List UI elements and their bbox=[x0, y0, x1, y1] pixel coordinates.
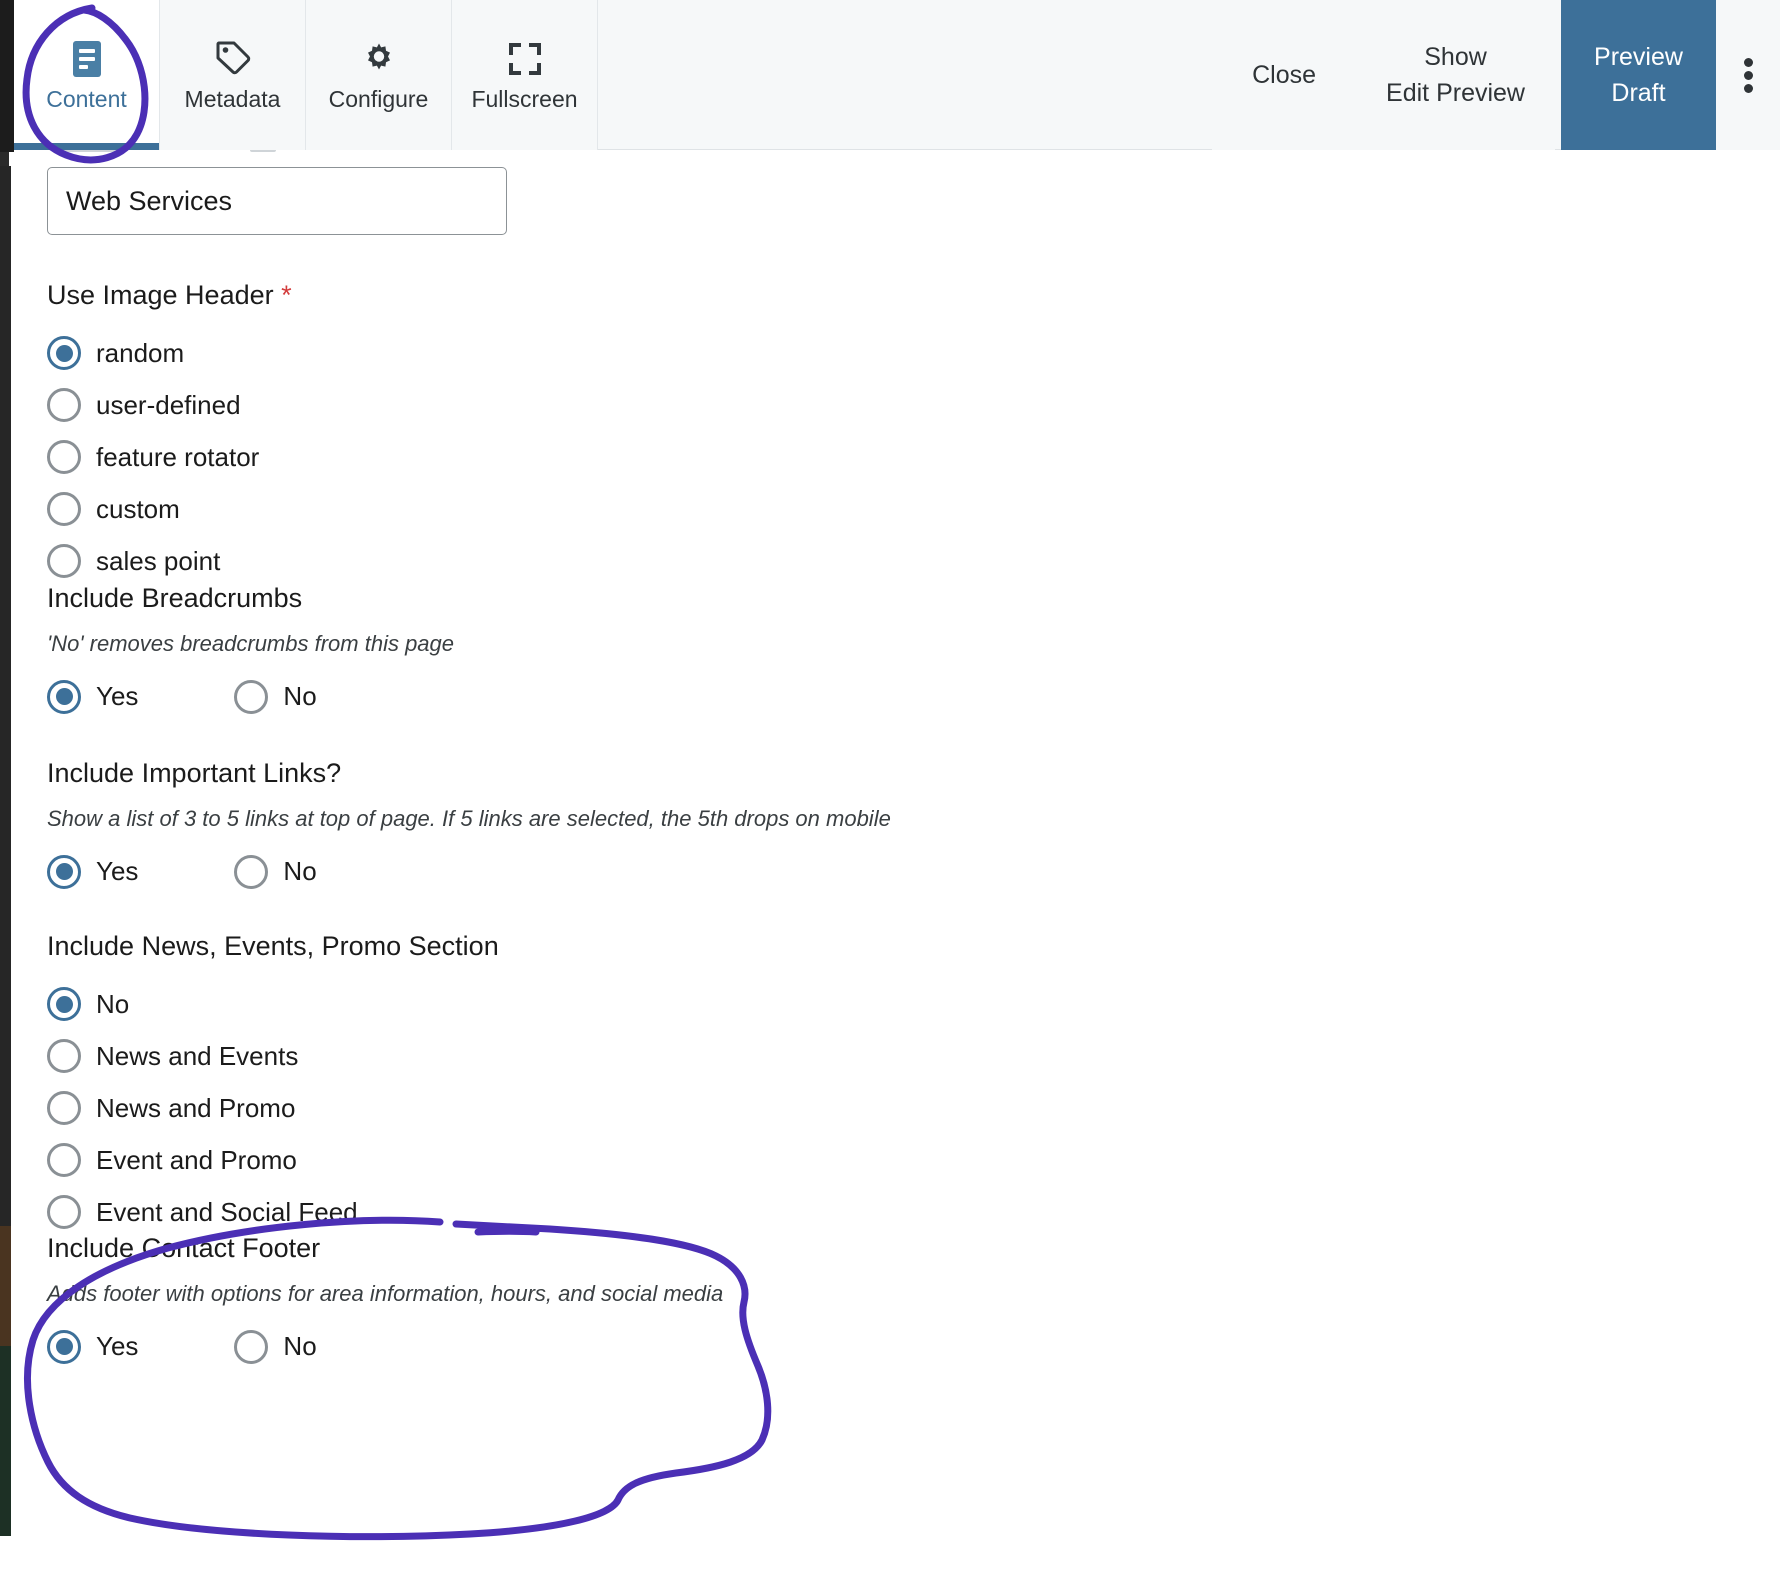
use-image-header-label: Use Image Header bbox=[47, 280, 274, 310]
radio-group-include-contact-footer: Yes No bbox=[47, 1329, 723, 1364]
radio-option-nep-event-and-promo[interactable]: Event and Promo bbox=[47, 1143, 499, 1178]
radio-indicator[interactable] bbox=[234, 854, 269, 889]
kebab-dot bbox=[1743, 83, 1753, 93]
title-input[interactable] bbox=[47, 167, 507, 235]
radio-group-include-news-events-promo: No News and Events News and Promo Event … bbox=[47, 987, 499, 1230]
radio-option-nep-event-and-social-feed[interactable]: Event and Social Feed bbox=[47, 1195, 499, 1230]
tag-icon bbox=[215, 40, 251, 78]
radio-indicator[interactable] bbox=[47, 1039, 81, 1074]
field-label-use-image-header: Use Image Header * bbox=[47, 279, 292, 311]
tab-configure[interactable]: Configure bbox=[306, 0, 452, 150]
edge-band-bottom bbox=[0, 1346, 11, 1536]
radio-option-breadcrumbs-yes[interactable]: Yes bbox=[47, 679, 138, 714]
radio-indicator[interactable] bbox=[47, 388, 81, 423]
preview-draft-line2: Draft bbox=[1611, 79, 1666, 107]
tab-fullscreen-label: Fullscreen bbox=[471, 85, 578, 112]
radio-option-feature-rotator[interactable]: feature rotator bbox=[47, 440, 292, 475]
radio-group-use-image-header: random user-defined feature rotator cust… bbox=[47, 336, 292, 579]
show-edit-preview-line2: Edit Preview bbox=[1386, 79, 1525, 107]
edge-band-middle bbox=[0, 166, 11, 1326]
include-important-links-help: Show a list of 3 to 5 links at top of pa… bbox=[47, 806, 891, 832]
include-contact-footer-help: Adds footer with options for area inform… bbox=[47, 1281, 724, 1307]
tab-fullscreen[interactable]: Fullscreen bbox=[452, 0, 598, 150]
kebab-dot bbox=[1743, 70, 1753, 80]
radio-option-important-links-no[interactable]: No bbox=[234, 854, 317, 889]
include-news-events-promo-label: Include News, Events, Promo Section bbox=[47, 931, 499, 961]
edge-band-upper bbox=[0, 152, 9, 166]
radio-indicator[interactable] bbox=[47, 492, 81, 527]
tab-metadata[interactable]: Metadata bbox=[160, 0, 306, 150]
include-breadcrumbs-help: 'No' removes breadcrumbs from this page bbox=[47, 631, 455, 657]
tab-metadata-label: Metadata bbox=[184, 85, 281, 112]
radio-indicator[interactable] bbox=[47, 440, 81, 475]
include-important-links-label: Include Important Links? bbox=[47, 758, 342, 788]
tab-content[interactable]: Content bbox=[14, 0, 160, 150]
radio-option-nep-no[interactable]: No bbox=[47, 987, 499, 1022]
radio-indicator[interactable] bbox=[47, 1329, 81, 1364]
radio-indicator[interactable] bbox=[234, 679, 269, 714]
preview-draft-button[interactable]: Preview Draft bbox=[1561, 0, 1716, 150]
radio-indicator[interactable] bbox=[47, 987, 81, 1022]
include-contact-footer-label: Include Contact Footer bbox=[47, 1233, 321, 1263]
show-edit-preview-line1: Show bbox=[1424, 42, 1487, 71]
radio-option-nep-news-and-events[interactable]: News and Events bbox=[47, 1039, 499, 1074]
radio-option-user-defined[interactable]: user-defined bbox=[47, 388, 292, 423]
fullscreen-icon bbox=[508, 40, 542, 78]
preview-draft-line1: Preview bbox=[1594, 42, 1683, 71]
radio-option-important-links-yes[interactable]: Yes bbox=[47, 854, 138, 889]
content-form: Use Image Header * random user-defined f… bbox=[14, 164, 1780, 1590]
close-button[interactable]: Close bbox=[1212, 0, 1357, 150]
clipped-label-fragment bbox=[58, 150, 118, 152]
radio-option-random[interactable]: random bbox=[47, 336, 292, 371]
tab-content-label: Content bbox=[46, 85, 127, 112]
radio-indicator[interactable] bbox=[47, 1143, 81, 1178]
gear-icon bbox=[360, 40, 398, 78]
document-icon bbox=[70, 40, 104, 78]
include-breadcrumbs-label: Include Breadcrumbs bbox=[47, 583, 303, 613]
radio-indicator[interactable] bbox=[47, 544, 81, 579]
field-include-breadcrumbs: Include Breadcrumbs 'No' removes breadcr… bbox=[47, 582, 454, 714]
radio-group-include-important-links: Yes No bbox=[47, 854, 891, 889]
kebab-menu-icon[interactable] bbox=[1716, 0, 1780, 150]
show-edit-preview-button[interactable]: Show Edit Preview bbox=[1356, 0, 1555, 150]
radio-group-include-breadcrumbs: Yes No bbox=[47, 679, 454, 714]
required-marker: * bbox=[281, 280, 292, 310]
page-left-edge bbox=[0, 0, 14, 1590]
editor-toolbar: Content Metadata Configure Fullscreen Cl… bbox=[14, 0, 1780, 150]
field-include-contact-footer: Include Contact Footer Adds footer with … bbox=[47, 1232, 723, 1364]
radio-option-contact-footer-yes[interactable]: Yes bbox=[47, 1329, 138, 1364]
clipped-label-fragment bbox=[250, 150, 276, 152]
radio-indicator[interactable] bbox=[47, 336, 81, 371]
radio-option-sales-point[interactable]: sales point bbox=[47, 544, 292, 579]
radio-option-breadcrumbs-no[interactable]: No bbox=[234, 679, 317, 714]
kebab-dot bbox=[1743, 57, 1753, 67]
radio-option-contact-footer-no[interactable]: No bbox=[234, 1329, 317, 1364]
radio-option-nep-news-and-promo[interactable]: News and Promo bbox=[47, 1091, 499, 1126]
edge-band-lower bbox=[0, 1226, 11, 1346]
toolbar-spacer bbox=[598, 0, 1213, 149]
close-button-label: Close bbox=[1252, 60, 1317, 89]
radio-option-custom[interactable]: custom bbox=[47, 492, 292, 527]
radio-indicator[interactable] bbox=[234, 1329, 269, 1364]
clipped-label-sliver bbox=[14, 150, 1780, 164]
field-use-image-header: Use Image Header * random user-defined f… bbox=[47, 279, 292, 579]
edge-band-top bbox=[0, 0, 14, 152]
radio-indicator[interactable] bbox=[47, 1195, 81, 1230]
field-include-news-events-promo: Include News, Events, Promo Section No N… bbox=[47, 930, 499, 1230]
tab-configure-label: Configure bbox=[328, 85, 429, 112]
field-include-important-links: Include Important Links? Show a list of … bbox=[47, 757, 891, 889]
radio-indicator[interactable] bbox=[47, 1091, 81, 1126]
radio-indicator[interactable] bbox=[47, 679, 81, 714]
radio-indicator[interactable] bbox=[47, 854, 81, 889]
